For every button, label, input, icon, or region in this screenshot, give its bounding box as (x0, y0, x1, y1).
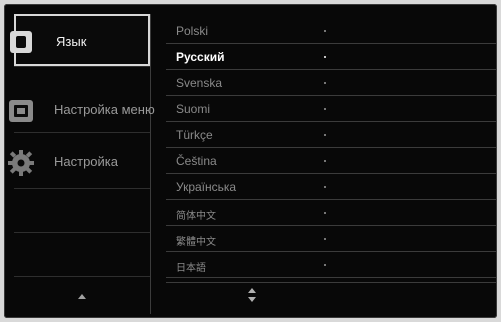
radio-dot (324, 108, 326, 110)
language-label: 繁體中文 (176, 237, 216, 248)
divider (14, 276, 150, 277)
list-item[interactable]: Svenska (166, 70, 496, 96)
list-item[interactable]: 简体中文 (166, 200, 496, 226)
divider (166, 277, 496, 278)
menu-settings-icon (9, 100, 33, 122)
divider (14, 232, 150, 233)
sidebar-item-label: Язык (56, 34, 87, 49)
list-item[interactable]: Čeština (166, 148, 496, 174)
language-label: Suomi (176, 102, 211, 116)
up-down-arrows-icon[interactable] (247, 288, 257, 304)
sidebar-item-menu-settings[interactable]: Настройка меню (9, 84, 155, 136)
up-arrow-icon[interactable] (248, 288, 256, 293)
language-label: 简体中文 (176, 211, 216, 222)
divider (14, 66, 150, 67)
language-label: Čeština (176, 154, 217, 168)
language-label: Polski (176, 24, 209, 38)
sidebar-item-setup[interactable]: Настройка (8, 136, 150, 188)
list-item[interactable]: Suomi (166, 96, 496, 122)
list-item[interactable]: Polski (166, 18, 496, 44)
radio-dot (324, 264, 326, 266)
language-label: Українська (176, 180, 237, 194)
radio-dot (324, 160, 326, 162)
list-item[interactable]: 日本語 (166, 252, 496, 278)
language-list: Polski Русский Svenska Suomi Türkçe Češt… (166, 18, 496, 280)
sidebar-item-label: Настройка (54, 154, 118, 169)
radio-dot (324, 82, 326, 84)
sidebar-item-language[interactable]: Язык (10, 14, 150, 66)
radio-dot (324, 238, 326, 240)
list-item-selected[interactable]: Русский (166, 44, 496, 70)
list-item[interactable]: 繁體中文 (166, 226, 496, 252)
language-label: Türkçe (176, 128, 213, 142)
radio-dot (324, 134, 326, 136)
language-label: Svenska (176, 76, 223, 90)
list-item[interactable]: Українська (166, 174, 496, 200)
language-icon (10, 31, 32, 53)
radio-dot (324, 212, 326, 214)
divider (14, 132, 150, 133)
language-label: Русский (176, 50, 225, 64)
divider (166, 282, 496, 283)
list-item[interactable]: Türkçe (166, 122, 496, 148)
radio-dot (324, 186, 326, 188)
radio-dot (324, 30, 326, 32)
osd-menu: Язык Настройка меню Настройка Polski Рус… (4, 4, 497, 318)
down-arrow-icon[interactable] (248, 297, 256, 302)
language-label: 日本語 (176, 263, 206, 274)
up-arrow-icon[interactable] (78, 294, 86, 299)
gear-icon (8, 150, 34, 176)
divider (14, 188, 150, 189)
radio-dot (324, 56, 326, 58)
sidebar-item-label: Настройка меню (54, 102, 155, 117)
sidebar: Язык Настройка меню Настройка (8, 14, 155, 314)
